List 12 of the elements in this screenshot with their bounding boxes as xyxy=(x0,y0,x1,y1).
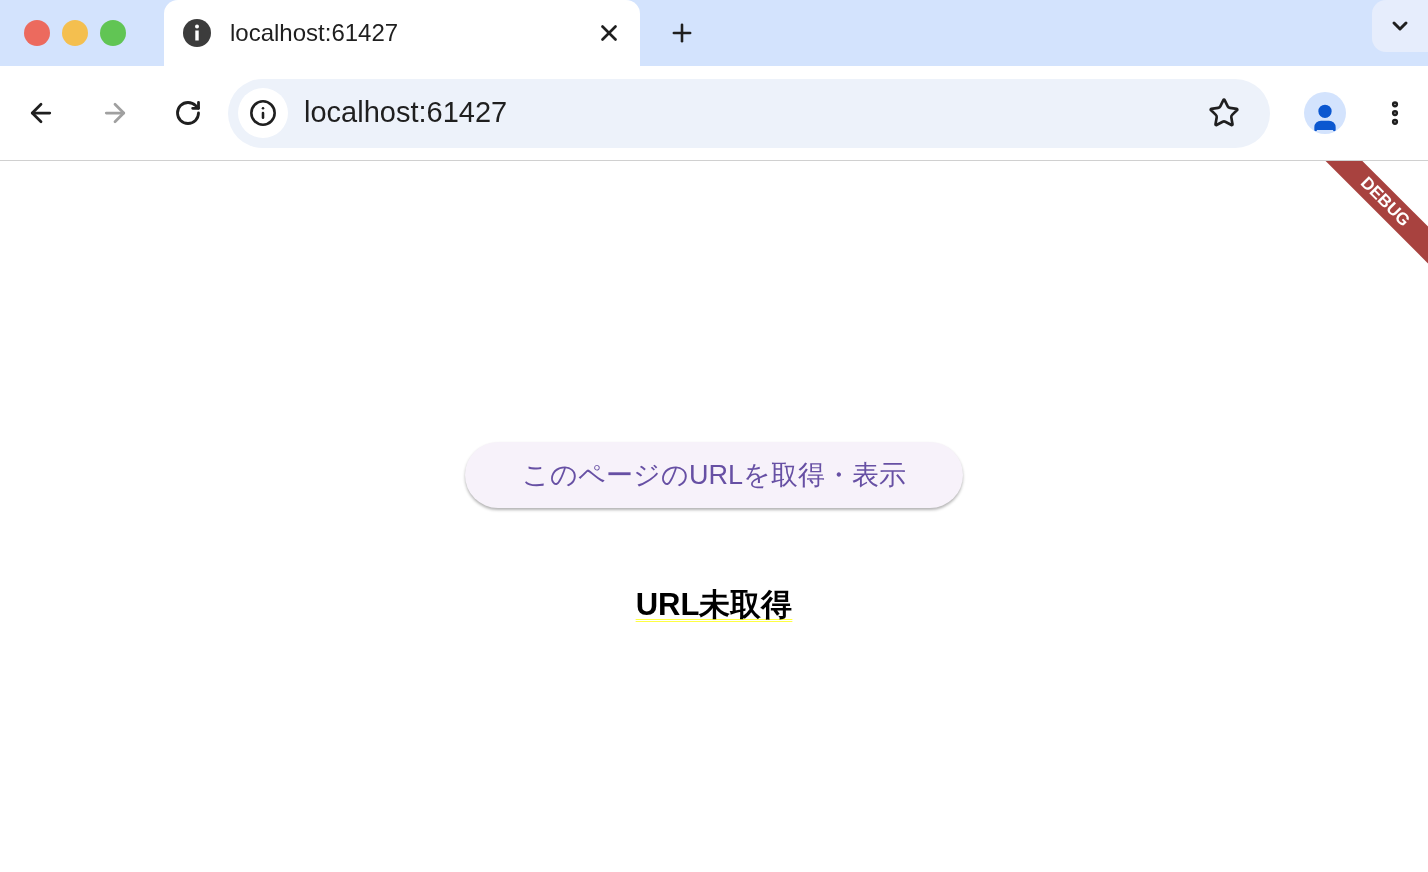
address-text: localhost:61427 xyxy=(304,95,509,131)
bookmark-star-icon[interactable] xyxy=(1208,97,1240,129)
site-info-icon[interactable] xyxy=(249,99,277,127)
tab-title: localhost:61427 xyxy=(230,18,400,48)
tab-search-button[interactable] xyxy=(1372,0,1428,52)
address-bar[interactable]: localhost:61427 xyxy=(228,78,1270,148)
browser-tab[interactable]: localhost:61427 xyxy=(164,0,640,66)
reload-icon[interactable] xyxy=(174,99,202,127)
profile-avatar[interactable] xyxy=(1304,92,1346,134)
url-status-text: URL未取得 xyxy=(635,586,793,624)
info-icon xyxy=(182,18,212,48)
get-url-button[interactable]: このページのURLを取得・表示 xyxy=(465,442,963,508)
